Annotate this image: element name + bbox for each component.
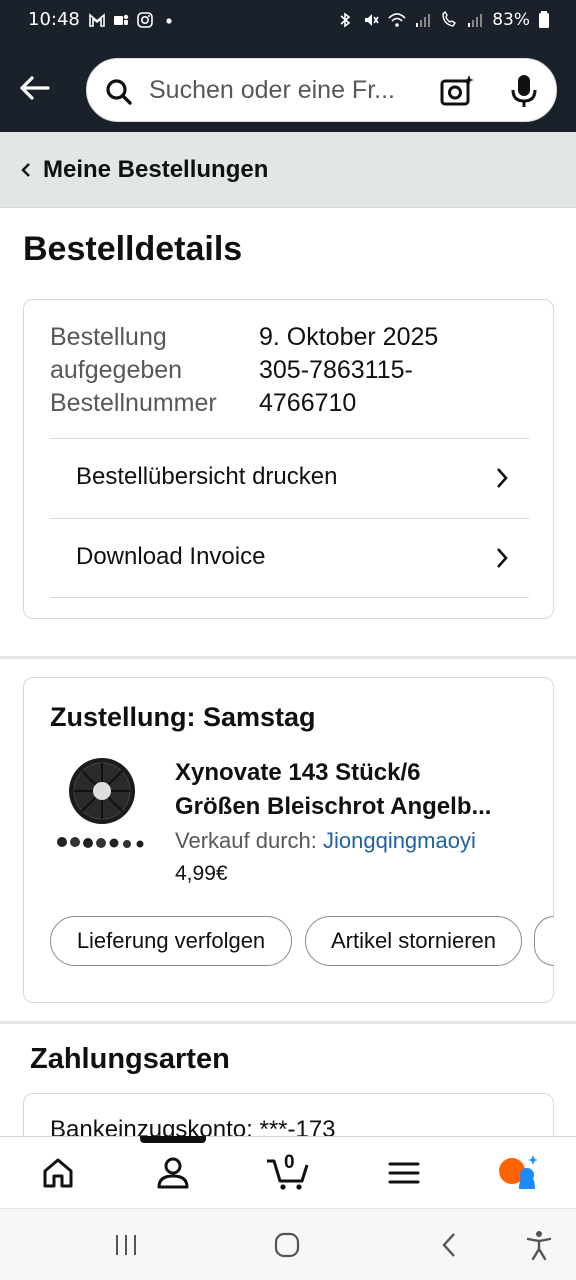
print-summary-link[interactable]: Bestellübersicht drucken [50, 438, 529, 518]
order-summary-card: Bestellung aufgegeben Bestellnummer 9. O… [23, 299, 554, 619]
signal2-icon [468, 14, 483, 27]
battery-icon [539, 11, 549, 28]
home-button-icon[interactable] [271, 1229, 303, 1261]
order-date-value: 9. Oktober 2025 [259, 323, 439, 351]
system-navigation-bar [0, 1208, 576, 1280]
product-price: 4,99€ [175, 862, 228, 885]
microphone-icon[interactable] [507, 73, 541, 109]
system-status-icons: 83% [336, 10, 550, 30]
bottom-navigation: 0 [0, 1136, 576, 1208]
chevron-right-icon [497, 468, 508, 488]
wifi-icon [388, 13, 406, 27]
page-title: Bestelldetails [23, 230, 243, 268]
product-title[interactable]: Xynovate 143 Stück/6 Größen Bleischrot A… [175, 756, 535, 824]
back-arrow-icon[interactable] [14, 68, 54, 108]
mute-icon [365, 14, 379, 26]
active-tab-indicator [140, 1136, 206, 1143]
search-placeholder: Suchen oder eine Fr... [149, 76, 395, 104]
bluetooth-icon [340, 12, 351, 28]
camera-search-icon[interactable] [439, 73, 475, 109]
search-icon [106, 79, 132, 105]
rufus-icon[interactable] [497, 1153, 541, 1193]
order-labels: Bestellung aufgegeben Bestellnummer [50, 321, 217, 420]
clock: 10:48 [28, 9, 80, 30]
seller-prefix: Verkauf durch: [175, 828, 323, 853]
section-divider [0, 656, 576, 659]
chevron-left-icon [21, 163, 30, 177]
status-bar: 10:48 83% [0, 0, 576, 42]
wifi-call-icon [442, 11, 457, 27]
download-invoice-label: Download Invoice [76, 543, 266, 570]
notification-icons [88, 11, 178, 29]
download-invoice-link[interactable]: Download Invoice [50, 518, 529, 598]
order-number-value-1: 305-7863115- [259, 356, 413, 384]
search-header: Suchen oder eine Fr... [0, 42, 576, 132]
product-title-line2: Größen Bleischrot Angelb... [175, 793, 492, 820]
order-number-value-2: 4766710 [259, 389, 357, 417]
more-actions-button[interactable] [534, 916, 554, 966]
chevron-right-icon [497, 548, 508, 568]
account-icon[interactable] [155, 1155, 191, 1191]
breadcrumb-label: Meine Bestellungen [43, 156, 269, 183]
order-values: 9. Oktober 2025 305-7863115- 4766710 [259, 321, 438, 420]
seller-info: Verkauf durch: Jiongqingmaoyi [175, 828, 476, 854]
order-date-label-2: aufgegeben [50, 356, 183, 384]
cancel-item-button[interactable]: Artikel stornieren [305, 916, 522, 966]
order-number-label: Bestellnummer [50, 389, 217, 417]
battery-percent: 83% [492, 10, 530, 30]
payment-title: Zahlungsarten [30, 1043, 230, 1075]
gmail-icon [89, 13, 105, 27]
product-image[interactable] [52, 756, 152, 856]
section-divider [0, 1021, 576, 1024]
recent-apps-icon[interactable] [110, 1229, 142, 1261]
back-button-icon[interactable] [434, 1229, 466, 1261]
product-title-line1: Xynovate 143 Stück/6 [175, 759, 421, 786]
cart-count: 0 [284, 1152, 295, 1173]
delivery-card: Zustellung: Samstag Xynovate 143 Stück/6… [23, 677, 554, 1003]
search-input[interactable]: Suchen oder eine Fr... [86, 58, 557, 122]
print-summary-label: Bestellübersicht drucken [76, 463, 338, 490]
delivery-title: Zustellung: Samstag [50, 702, 316, 732]
teams-icon [114, 14, 129, 25]
order-date-label: Bestellung [50, 323, 167, 351]
seller-link[interactable]: Jiongqingmaoyi [323, 828, 476, 853]
breadcrumb[interactable]: Meine Bestellungen [0, 132, 576, 208]
home-icon[interactable] [40, 1155, 76, 1191]
dot-icon [166, 18, 172, 24]
signal-icon [416, 14, 431, 27]
instagram-icon [137, 12, 153, 28]
track-delivery-button[interactable]: Lieferung verfolgen [50, 916, 292, 966]
menu-icon[interactable] [386, 1155, 422, 1191]
accessibility-icon[interactable] [523, 1229, 555, 1261]
